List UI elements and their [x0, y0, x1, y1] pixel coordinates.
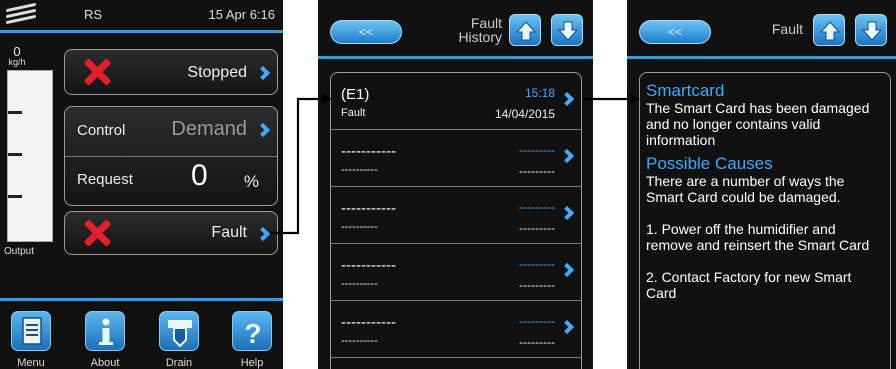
connector-line	[270, 97, 322, 235]
arrowhead	[322, 94, 332, 104]
arrowhead	[630, 94, 640, 104]
connector-arrows	[270, 94, 640, 235]
